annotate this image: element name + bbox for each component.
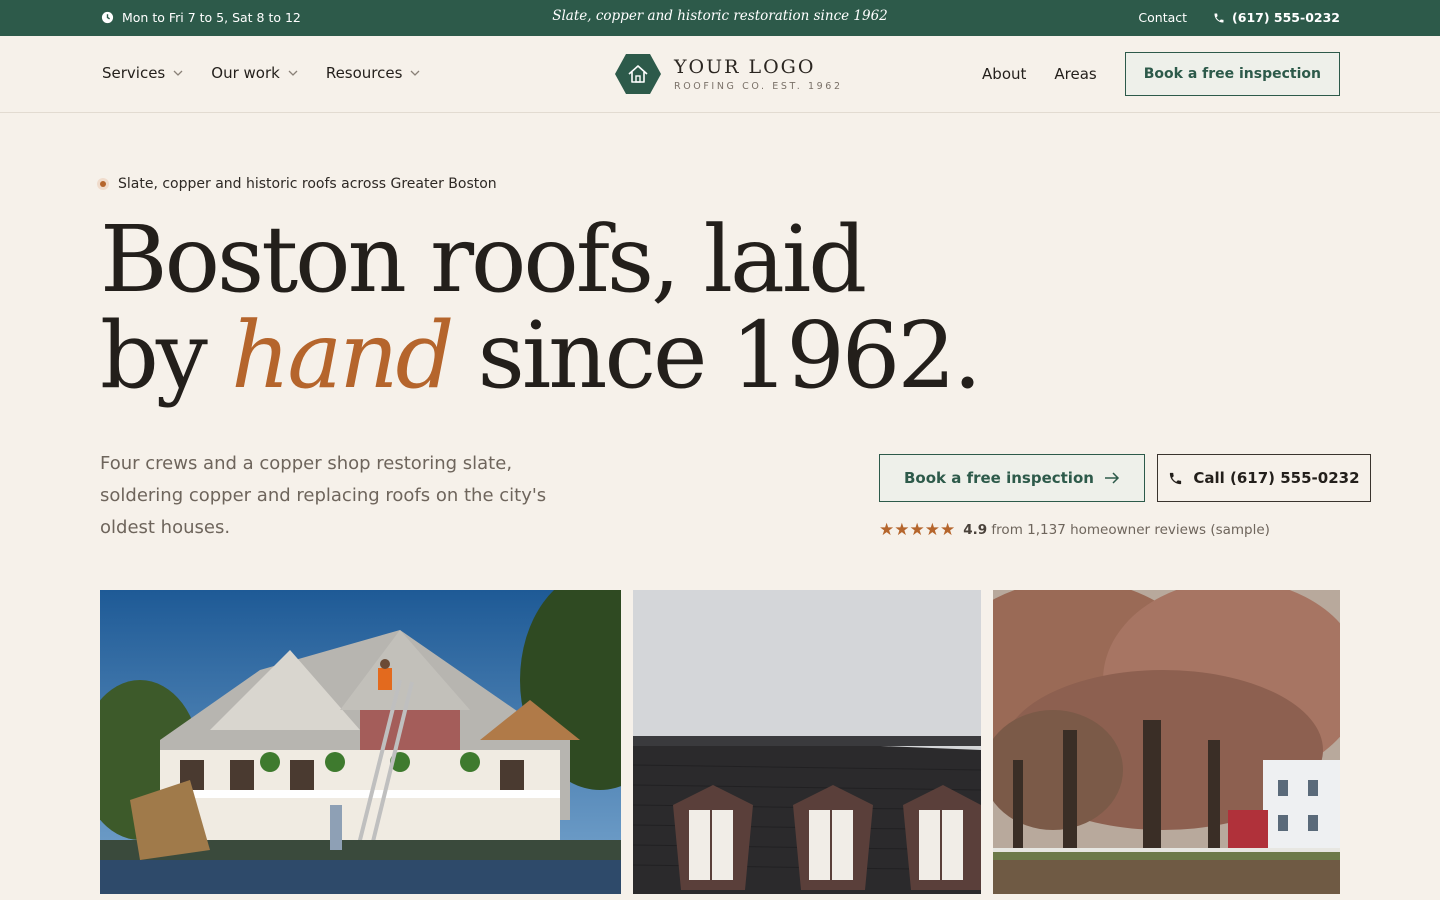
- topbar-phone-link[interactable]: (617) 555-0232: [1213, 10, 1340, 25]
- site-header: Services Our work Resources YOUR LOGO RO…: [0, 36, 1440, 113]
- photo-crew-reroofing: [100, 590, 621, 894]
- topbar-phone-number: (617) 555-0232: [1232, 10, 1340, 25]
- review-rating: ★★★★★ 4.9 from 1,137 homeowner reviews (…: [879, 520, 1270, 540]
- nav-services[interactable]: Services: [102, 64, 183, 82]
- nav-about[interactable]: About: [982, 65, 1026, 83]
- hero-book-inspection-label: Book a free inspection: [904, 469, 1094, 487]
- rating-value: 4.9: [963, 522, 988, 538]
- house-roofing-image: [100, 590, 621, 894]
- autumn-trees-image: [993, 590, 1340, 894]
- phone-icon: [1170, 472, 1182, 484]
- nav-our-work[interactable]: Our work: [211, 64, 298, 82]
- hero-call-button[interactable]: Call (617) 555-0232: [1156, 454, 1371, 502]
- chevron-down-icon: [173, 70, 183, 76]
- primary-nav: Services Our work Resources: [102, 64, 420, 82]
- nav-services-label: Services: [102, 64, 166, 82]
- headline-since: since 1962.: [477, 302, 982, 409]
- star-rating-icon: ★★★★★: [879, 520, 956, 540]
- hero-eyebrow-text: Slate, copper and historic roofs across …: [118, 176, 497, 192]
- top-announcement-bar: Mon to Fri 7 to 5, Sat 8 to 12 Slate, co…: [0, 0, 1440, 36]
- status-dot-icon: [97, 178, 109, 190]
- logo-subtitle: ROOFING CO. EST. 1962: [674, 81, 843, 92]
- slate-roof-image: [633, 590, 981, 894]
- hero-call-label: Call (617) 555-0232: [1193, 469, 1360, 487]
- nav-our-work-label: Our work: [211, 64, 280, 82]
- headline-by: by: [100, 302, 208, 409]
- chevron-down-icon: [410, 70, 420, 76]
- photo-slate-mansard-roof: [633, 590, 981, 894]
- hero-headline: Boston roofs, laid by hand since 1962.: [100, 212, 1000, 404]
- house-logo-icon: [615, 54, 661, 94]
- nav-areas[interactable]: Areas: [1054, 65, 1096, 83]
- logo-title: YOUR LOGO: [674, 56, 816, 78]
- rating-text: from 1,137 homeowner reviews (sample): [991, 522, 1270, 538]
- arrow-right-icon: [1104, 472, 1119, 484]
- hero-eyebrow: Slate, copper and historic roofs across …: [97, 176, 497, 192]
- hero-description: Four crews and a copper shop restoring s…: [100, 453, 547, 538]
- hero-cta-group: Book a free inspection Call (617) 555-02…: [879, 454, 1371, 502]
- headline-line-1: Boston roofs, laid: [100, 206, 867, 313]
- contact-link[interactable]: Contact: [1138, 10, 1187, 25]
- secondary-nav: About Areas Book a free inspection: [982, 52, 1340, 96]
- photo-autumn-trees-house: [993, 590, 1340, 894]
- nav-resources[interactable]: Resources: [326, 64, 421, 82]
- site-logo[interactable]: YOUR LOGO ROOFING CO. EST. 1962: [614, 52, 843, 96]
- chevron-down-icon: [288, 70, 298, 76]
- headline-accent-word: hand: [231, 302, 454, 409]
- phone-icon: [1214, 13, 1224, 22]
- nav-resources-label: Resources: [325, 64, 403, 82]
- header-book-inspection-button[interactable]: Book a free inspection: [1124, 52, 1340, 96]
- hero-book-inspection-button[interactable]: Book a free inspection: [879, 454, 1145, 502]
